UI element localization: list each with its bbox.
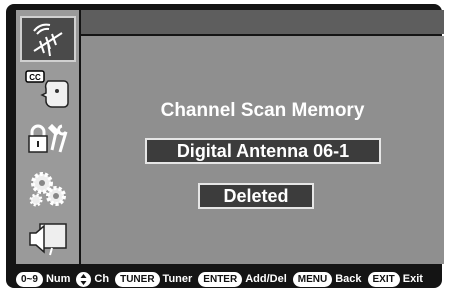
speaker-screen-icon <box>29 223 67 256</box>
key-exit: EXIT <box>367 271 400 287</box>
key-enter: ENTER <box>198 271 243 287</box>
page-title: Channel Scan Memory <box>160 100 365 121</box>
cc-caption-icon: CC <box>25 70 69 108</box>
main-panel: Channel Scan Memory Digital Antenna 06-1… <box>81 36 444 264</box>
top-bar <box>81 10 444 34</box>
lock-tools-icon <box>28 123 68 153</box>
key-num-label: Num <box>45 273 71 285</box>
tv-menu-frame: CC Channel Scan Memory Digital Antenna 0… <box>6 4 444 288</box>
updown-arrows-icon <box>76 271 92 287</box>
key-tuner: TUNER <box>115 271 160 287</box>
key-ch-label: Ch <box>94 273 110 285</box>
gears-icon <box>29 172 66 207</box>
sidebar-item-lock[interactable] <box>20 116 76 162</box>
key-menu-label: Back <box>335 273 362 285</box>
key-menu: MENU <box>292 271 333 287</box>
key-enter-label: Add/Del <box>245 273 287 285</box>
key-exit-label: Exit <box>402 273 423 285</box>
key-num: 0~9 <box>16 271 43 287</box>
antenna-icon <box>33 23 63 57</box>
key-tuner-label: Tuner <box>162 273 193 285</box>
key-legend: 0~9 Num Ch TUNER Tuner ENTER Add/Del MEN… <box>16 269 446 289</box>
sidebar-item-caption[interactable]: CC <box>20 66 76 112</box>
sidebar-item-setup[interactable] <box>20 166 76 212</box>
sidebar: CC <box>16 10 79 264</box>
channel-name-box: Digital Antenna 06-1 <box>145 138 381 164</box>
status-box[interactable]: Deleted <box>198 183 314 209</box>
cc-badge: CC <box>29 73 41 82</box>
sidebar-item-antenna[interactable] <box>20 16 76 62</box>
sidebar-item-audio[interactable] <box>20 216 76 262</box>
